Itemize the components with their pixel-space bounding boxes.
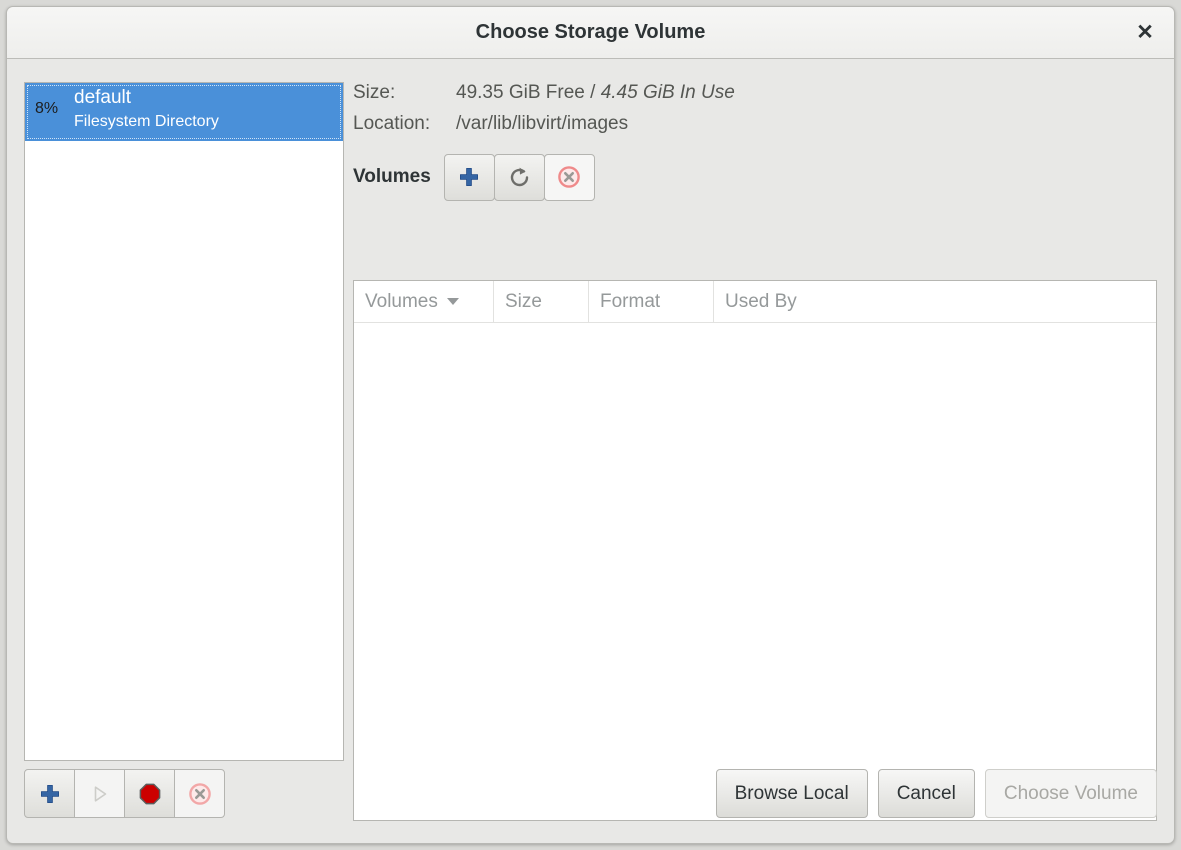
plus-icon [458, 166, 480, 188]
browse-local-button[interactable]: Browse Local [716, 769, 868, 818]
column-header-volumes[interactable]: Volumes [354, 281, 494, 322]
delete-icon [188, 782, 212, 806]
refresh-volumes-button[interactable] [494, 154, 545, 201]
play-icon [89, 783, 111, 805]
start-pool-button [74, 769, 125, 818]
dialog-title: Choose Storage Volume [7, 7, 1174, 58]
dialog-body: 8% default Filesystem Directory [7, 59, 1174, 844]
pool-location-label: Location: [353, 113, 430, 135]
pool-size-label: Size: [353, 82, 395, 104]
refresh-icon [507, 165, 532, 190]
pool-size-line: Size: 49.35 GiB Free / 4.45 GiB In Use [353, 82, 1157, 113]
pool-size-value: 49.35 GiB Free / 4.45 GiB In Use [456, 82, 735, 104]
volumes-table-body[interactable] [354, 323, 1156, 820]
stop-icon [138, 782, 162, 806]
column-label: Format [600, 291, 660, 313]
dialog-action-buttons: Browse Local Cancel Choose Volume [716, 769, 1157, 818]
add-volume-button[interactable] [444, 154, 495, 201]
choose-storage-volume-dialog: Choose Storage Volume ✕ 8% default Files… [6, 6, 1175, 844]
pool-name-label: default [74, 87, 131, 109]
volumes-title: Volumes [353, 166, 431, 188]
pool-details: Size: 49.35 GiB Free / 4.45 GiB In Use L… [353, 82, 1157, 201]
close-icon[interactable]: ✕ [1128, 16, 1162, 50]
plus-icon [39, 783, 61, 805]
dialog-titlebar: Choose Storage Volume ✕ [7, 7, 1174, 59]
pool-location-line: Location: /var/lib/libvirt/images [353, 113, 1157, 144]
delete-icon [557, 165, 581, 189]
volumes-header: Volumes [353, 153, 1157, 201]
stop-pool-button[interactable] [124, 769, 175, 818]
delete-pool-button [174, 769, 225, 818]
column-header-used-by[interactable]: Used By [714, 281, 1156, 322]
cancel-button[interactable]: Cancel [878, 769, 975, 818]
column-label: Used By [725, 291, 797, 313]
add-pool-button[interactable] [24, 769, 75, 818]
choose-volume-button: Choose Volume [985, 769, 1157, 818]
column-header-size[interactable]: Size [494, 281, 589, 322]
column-label: Volumes [365, 291, 438, 313]
list-item-pool-default[interactable]: 8% default Filesystem Directory [25, 83, 343, 141]
column-header-format[interactable]: Format [589, 281, 714, 322]
pool-location-value: /var/lib/libvirt/images [456, 113, 628, 135]
volumes-table[interactable]: Volumes Size Format Used By [353, 280, 1157, 821]
volumes-table-header: Volumes Size Format Used By [354, 281, 1156, 323]
volumes-toolbar [445, 154, 595, 201]
chevron-down-icon [447, 298, 459, 305]
pool-usage-percent: 8% [35, 100, 58, 118]
storage-pool-list[interactable]: 8% default Filesystem Directory [24, 82, 344, 761]
pool-type-label: Filesystem Directory [74, 113, 219, 131]
pool-size-free: 49.35 GiB Free / [456, 82, 601, 103]
pool-size-inuse: 4.45 GiB In Use [601, 82, 735, 103]
delete-volume-button [544, 154, 595, 201]
pool-toolbar [24, 769, 225, 818]
column-label: Size [505, 291, 542, 313]
